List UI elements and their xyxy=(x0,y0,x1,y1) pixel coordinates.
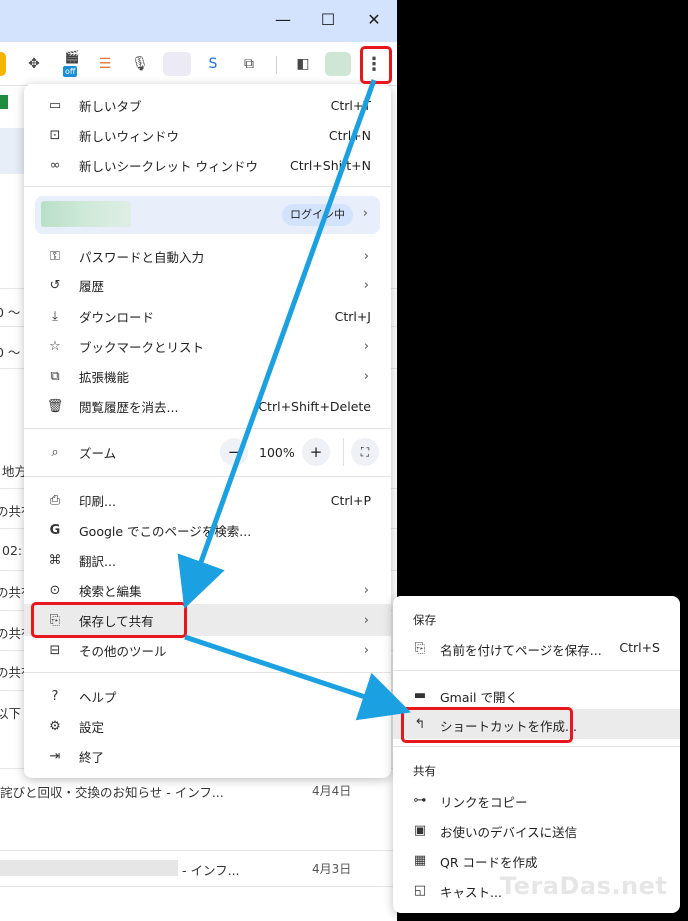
annotation-arrows xyxy=(177,79,411,721)
arrow-save-to-shortcut xyxy=(184,634,411,721)
watermark-logo: TeraDas.net xyxy=(500,872,668,900)
arrow-menu-to-save xyxy=(177,79,377,609)
